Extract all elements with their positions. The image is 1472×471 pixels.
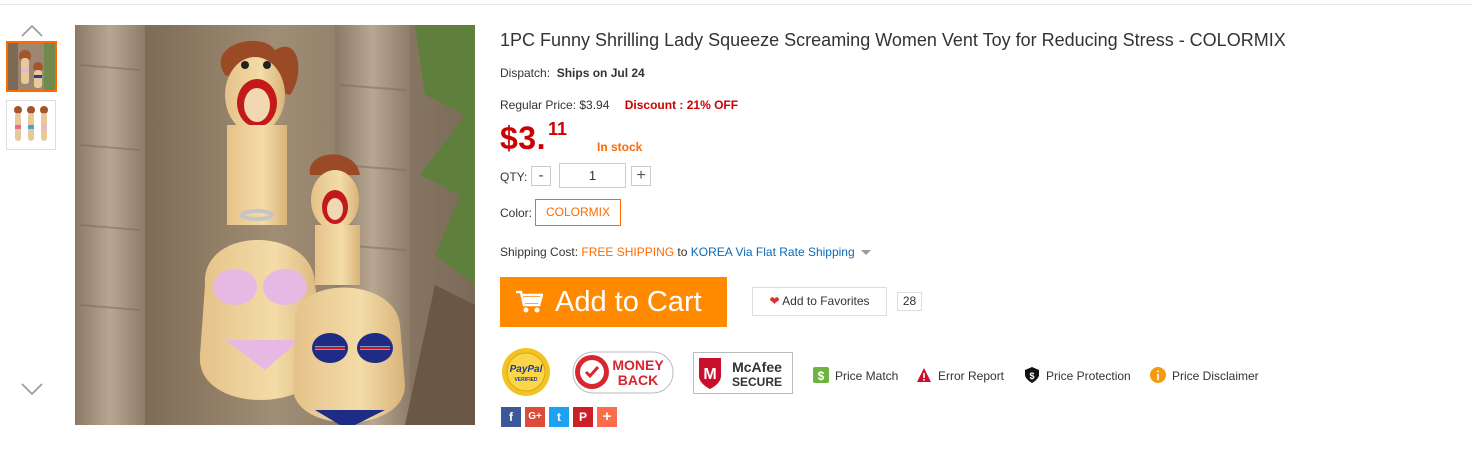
color-option-colormix[interactable]: COLORMIX xyxy=(535,199,621,226)
money-back-text-1: MONEY xyxy=(612,357,664,373)
cart-icon xyxy=(516,290,543,313)
qty-increase-button[interactable]: + xyxy=(631,166,651,186)
facebook-icon[interactable]: f xyxy=(501,407,521,427)
shipping-method-dropdown[interactable]: KOREA Via Flat Rate Shipping xyxy=(691,245,855,259)
add-to-favorites-button[interactable]: ❤ Add to Favorites xyxy=(752,287,887,316)
product-title: 1PC Funny Shrilling Lady Squeeze Screami… xyxy=(500,30,1286,50)
top-divider xyxy=(0,4,1472,5)
thumbnail-1[interactable] xyxy=(6,41,57,92)
color-label: Color: xyxy=(500,206,533,220)
chevron-down-icon[interactable] xyxy=(21,382,43,396)
regular-price-value: $3.94 xyxy=(579,98,610,112)
chevron-up-icon[interactable] xyxy=(21,24,43,38)
product-thumbnail-image xyxy=(7,101,55,149)
money-back-text-2: BACK xyxy=(618,372,658,388)
mcafee-text-2: SECURE xyxy=(732,375,782,389)
add-to-favorites-label: Add to Favorites xyxy=(782,294,870,308)
svg-text:M: M xyxy=(703,366,716,383)
qty-label: QTY: xyxy=(500,170,528,184)
shipping-free: FREE SHIPPING xyxy=(581,245,675,259)
stock-status: In stock xyxy=(597,140,643,154)
twitter-icon[interactable]: t xyxy=(549,407,569,427)
dispatch-label: Dispatch: xyxy=(500,66,551,80)
price-match-label: Price Match xyxy=(835,369,899,383)
error-report-label: Error Report xyxy=(938,369,1005,383)
price-protection-label: Price Protection xyxy=(1046,369,1131,383)
product-photo xyxy=(75,25,475,425)
price-cents: 11 xyxy=(547,119,568,139)
more-share-icon[interactable]: + xyxy=(597,407,617,427)
dispatch-value: Ships on Jul 24 xyxy=(556,66,645,80)
thumbnail-2[interactable] xyxy=(6,100,56,150)
paypal-verified-badge: PayPal VERIFIED xyxy=(502,348,550,396)
price-disclaimer-label: Price Disclaimer xyxy=(1172,369,1259,383)
warning-icon xyxy=(917,368,931,382)
svg-text:$: $ xyxy=(818,369,825,383)
add-to-cart-button[interactable]: Add to Cart xyxy=(500,277,727,327)
price-main: $3. xyxy=(500,120,546,156)
regular-price-row: Regular Price: $3.94 Discount : 21% OFF xyxy=(500,98,738,112)
price-match-icon: $ xyxy=(813,367,829,383)
caret-down-icon[interactable] xyxy=(860,250,871,256)
shipping-label: Shipping Cost: xyxy=(500,245,579,259)
shipping-row: Shipping Cost: FREE SHIPPING to KOREA Vi… xyxy=(500,245,871,259)
add-to-cart-label: Add to Cart xyxy=(555,286,702,318)
money-back-badge: MONEY BACK xyxy=(572,351,674,394)
mcafee-text-1: McAfee xyxy=(732,359,782,375)
svg-text:$: $ xyxy=(1029,371,1034,381)
product-thumbnail-image xyxy=(8,43,55,90)
dispatch-row: Dispatch: Ships on Jul 24 xyxy=(500,66,645,80)
qty-decrease-button[interactable]: - xyxy=(531,166,551,186)
shipping-to: to xyxy=(677,245,688,259)
paypal-badge-text: PayPal xyxy=(510,364,543,375)
paypal-verified-text: VERIFIED xyxy=(514,377,537,383)
mcafee-secure-badge: M McAfee SECURE xyxy=(693,352,793,394)
shield-icon: $ xyxy=(1025,367,1039,383)
pinterest-icon[interactable]: P xyxy=(573,407,593,427)
discount-label: Discount : 21% OFF xyxy=(624,98,739,112)
google-plus-icon[interactable]: G+ xyxy=(525,407,545,427)
info-icon xyxy=(1150,367,1166,383)
main-product-image[interactable] xyxy=(75,25,475,425)
favorites-count: 28 xyxy=(897,292,922,311)
current-price: $3. 11 xyxy=(500,119,568,157)
heart-icon: ❤ xyxy=(769,294,780,308)
regular-price-label: Regular Price: xyxy=(500,98,577,112)
qty-input[interactable]: 1 xyxy=(559,163,626,188)
